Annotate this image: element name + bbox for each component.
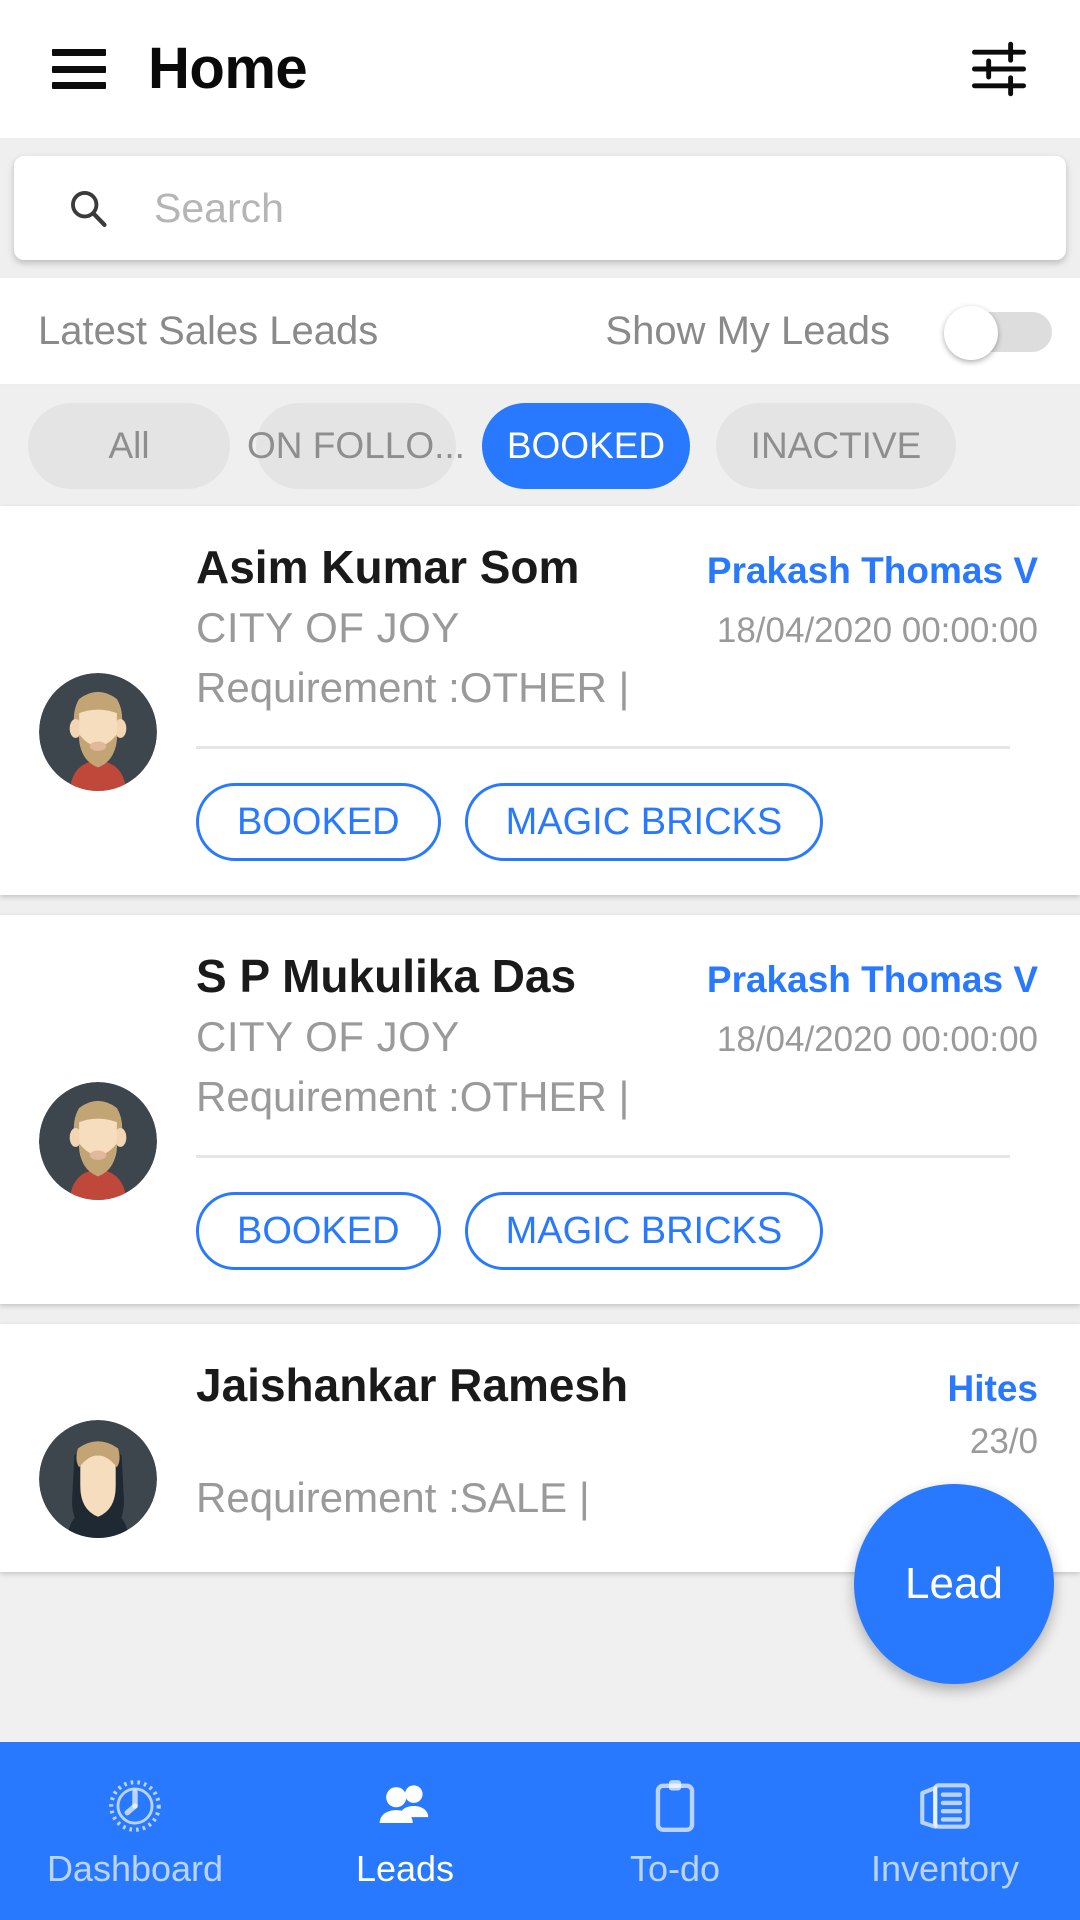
nav-item-leads[interactable]: Leads [270, 1742, 540, 1920]
search-input[interactable] [154, 156, 854, 260]
nav-item-todo[interactable]: To-do [540, 1742, 810, 1920]
avatar-column [0, 540, 196, 861]
tune-sliders-icon[interactable] [968, 38, 1030, 100]
app-screen: Home Latest Sales Leads Show My Lea [0, 0, 1080, 1920]
leads-toggle-row: Latest Sales Leads Show My Leads [0, 278, 1080, 386]
search-bar[interactable] [14, 156, 1066, 260]
card-divider [196, 1155, 1010, 1158]
avatar-column [0, 1358, 196, 1538]
lead-date: 18/04/2020 00:00:00 [716, 1020, 1038, 1059]
lead-card[interactable]: Asim Kumar Som Prakash Thomas V CITY OF … [0, 506, 1080, 895]
lead-date: 18/04/2020 00:00:00 [716, 611, 1038, 650]
app-bar: Home [0, 0, 1080, 138]
lead-source-tag[interactable]: MAGIC BRICKS [464, 783, 824, 861]
people-group-icon [379, 1785, 429, 1824]
nav-item-inventory[interactable]: Inventory [810, 1742, 1080, 1920]
nav-item-dashboard[interactable]: Dashboard [0, 1742, 270, 1920]
filter-chip-all[interactable]: All [28, 403, 230, 489]
bearded-man-avatar [39, 1081, 157, 1200]
hamburger-line [52, 49, 106, 56]
bottom-navigation: Dashboard Leads To-do Inventory [0, 1742, 1080, 1920]
nav-label-leads: Leads [355, 1848, 455, 1889]
lead-header-row: Jaishankar Ramesh Hites [196, 1358, 1038, 1412]
avatar-column [0, 949, 196, 1270]
lead-source-tag[interactable]: MAGIC BRICKS [464, 1192, 824, 1270]
lead-agent-name[interactable]: Prakash Thomas V [707, 550, 1038, 592]
search-section [0, 138, 1080, 278]
nav-label-dashboard: Dashboard [46, 1848, 224, 1889]
nav-label-inventory: Inventory [870, 1848, 1020, 1889]
lead-project: CITY OF JOY [196, 604, 460, 651]
lead-card-body: S P Mukulika Das Prakash Thomas V CITY O… [196, 949, 1050, 1270]
hamburger-line [52, 65, 106, 73]
lead-name: Jaishankar Ramesh [196, 1359, 629, 1411]
lead-requirement: Requirement :OTHER | [196, 664, 630, 711]
lead-project-row: CITY OF JOY 18/04/2020 00:00:00 [196, 1013, 1038, 1061]
hamburger-menu-icon[interactable] [52, 49, 106, 89]
leads-list: Asim Kumar Som Prakash Thomas V CITY OF … [0, 506, 1080, 1572]
filter-chip-on-followup[interactable]: ON FOLLO... [247, 403, 465, 489]
page-title: Home [148, 36, 308, 101]
lead-name: Asim Kumar Som [196, 541, 580, 593]
lead-card[interactable]: S P Mukulika Das Prakash Thomas V CITY O… [0, 915, 1080, 1304]
lead-status-tag[interactable]: BOOKED [196, 783, 441, 861]
lead-project: CITY OF JOY [196, 1013, 460, 1060]
card-divider [196, 746, 1010, 749]
hamburger-line [52, 82, 106, 89]
clipboard-icon [655, 1780, 695, 1832]
lead-tag-row: BOOKED MAGIC BRICKS [196, 1192, 1038, 1270]
lead-status-tag[interactable]: BOOKED [196, 1192, 441, 1270]
lead-date: 23/0 [969, 1422, 1038, 1461]
filter-chip-inactive[interactable]: INACTIVE [716, 403, 956, 489]
filter-chip-booked[interactable]: BOOKED [482, 403, 690, 489]
lead-agent-name[interactable]: Prakash Thomas V [707, 959, 1038, 1001]
add-lead-fab[interactable]: Lead [854, 1484, 1054, 1684]
woman-avatar [39, 1420, 157, 1538]
newspaper-icon [920, 1783, 970, 1829]
latest-sales-leads-label: Latest Sales Leads [38, 308, 379, 353]
lead-header-row: Asim Kumar Som Prakash Thomas V [196, 540, 1038, 594]
lead-card-body: Asim Kumar Som Prakash Thomas V CITY OF … [196, 540, 1050, 861]
lead-requirement: Requirement :OTHER | [196, 1073, 630, 1120]
lead-header-row: S P Mukulika Das Prakash Thomas V [196, 949, 1038, 1003]
nav-label-todo: To-do [629, 1848, 721, 1889]
show-my-leads-toggle[interactable] [944, 306, 1052, 360]
lead-name: S P Mukulika Das [196, 950, 577, 1002]
filter-chips-row[interactable]: All ON FOLLO... BOOKED INACTIVE [0, 386, 1080, 506]
lead-agent-name[interactable]: Hites [948, 1368, 1038, 1410]
bearded-man-avatar [39, 672, 157, 791]
lead-project-row: 23/0 [196, 1422, 1038, 1462]
lead-tag-row: BOOKED MAGIC BRICKS [196, 783, 1038, 861]
search-icon [71, 191, 107, 227]
show-my-leads-label: Show My Leads [605, 308, 890, 353]
toggle-knob [944, 306, 998, 360]
lead-project-row: CITY OF JOY 18/04/2020 00:00:00 [196, 604, 1038, 652]
dashboard-clock-icon [109, 1780, 161, 1832]
